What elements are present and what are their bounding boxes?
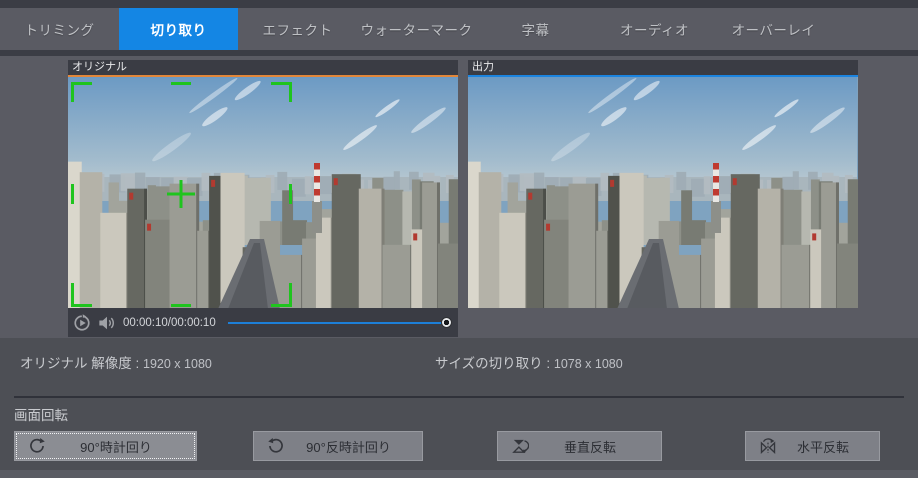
window-bottom-strip (0, 470, 918, 478)
original-resolution: オリジナル 解像度 : 1920 x 1080 (20, 352, 212, 372)
original-panel: オリジナル (68, 60, 458, 337)
section-divider (14, 396, 904, 398)
crop-handle-top-left (73, 84, 93, 103)
tab-1[interactable]: トリミング (0, 8, 119, 50)
resolution-info-row: オリジナル 解像度 : 1920 x 1080 サイズの切り取り : 1078 … (0, 352, 918, 372)
crop-size-label: サイズの切り取り : (435, 356, 550, 371)
output-video-preview[interactable] (468, 77, 858, 308)
video-editor-window: トリミング切り取りエフェクトウォーターマーク字幕オーディオオーバーレイ オリジナ… (0, 0, 918, 478)
crop-handle-top-right (271, 84, 291, 103)
tab-2[interactable]: 切り取り (119, 8, 238, 50)
crop-center-cross (167, 180, 195, 208)
seek-slider[interactable] (228, 316, 452, 330)
crop-overlay[interactable] (68, 77, 458, 308)
window-top-strip (0, 0, 918, 8)
rotate-clockwise-icon (28, 437, 46, 455)
output-panel-title: 出力 (468, 60, 858, 75)
seek-slider-knob[interactable] (441, 317, 452, 328)
tab-3[interactable]: エフェクト (238, 8, 357, 50)
tab-bar: トリミング切り取りエフェクトウォーターマーク字幕オーディオオーバーレイ (0, 8, 918, 50)
output-video-frame (468, 77, 858, 308)
rotate-counterclockwise-icon (267, 437, 285, 455)
flip-horizontal-button[interactable]: 水平反転 (745, 431, 880, 461)
rotation-button-label: 90°反時計回り (285, 437, 412, 456)
replay-play-icon[interactable] (73, 314, 91, 332)
rotation-button-label: 垂直反転 (529, 437, 651, 456)
tab-6[interactable]: オーディオ (595, 8, 714, 50)
rotation-button-label: 水平反転 (777, 437, 869, 456)
original-resolution-label: オリジナル 解像度 : (20, 356, 139, 371)
volume-icon[interactable] (98, 314, 116, 332)
rotation-section-title: 画面回転 (14, 404, 68, 424)
original-panel-title: オリジナル (68, 60, 458, 75)
flip-vertical-button[interactable]: 垂直反転 (497, 431, 662, 461)
rotate-90-clockwise-button[interactable]: 90°時計回り (14, 431, 197, 461)
crop-size-value: 1078 x 1080 (554, 357, 623, 371)
tab-4[interactable]: ウォーターマーク (357, 8, 476, 50)
flip-horizontal-icon (759, 437, 777, 455)
crop-handle-bottom-left (73, 283, 93, 306)
crop-size: サイズの切り取り : 1078 x 1080 (435, 352, 623, 372)
original-video-preview[interactable] (68, 77, 458, 308)
player-controls: 00:00:10/00:00:10 (68, 308, 458, 337)
preview-section: オリジナル (0, 56, 918, 338)
rotation-button-label: 90°時計回り (46, 437, 186, 456)
flip-vertical-icon (511, 437, 529, 455)
seek-slider-track (228, 322, 451, 324)
rotation-buttons-row: 90°時計回り 90°反時計回り 垂直反転 水平反転 (0, 431, 918, 461)
tab-5[interactable]: 字幕 (476, 8, 595, 50)
playback-time: 00:00:10/00:00:10 (123, 317, 216, 329)
crop-handle-bottom-right (271, 283, 291, 306)
rotate-90-counterclockwise-button[interactable]: 90°反時計回り (253, 431, 423, 461)
settings-section: オリジナル 解像度 : 1920 x 1080 サイズの切り取り : 1078 … (0, 338, 918, 478)
original-resolution-value: 1920 x 1080 (143, 357, 212, 371)
tab-7[interactable]: オーバーレイ (714, 8, 833, 50)
output-panel: 出力 (468, 60, 858, 308)
